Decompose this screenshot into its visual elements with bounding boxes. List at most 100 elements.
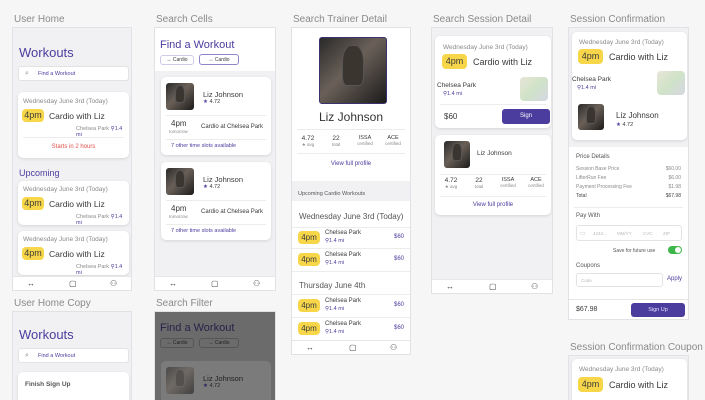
slot-row[interactable]: 4pm Chelsea Park ⚲1.4 mi $60 xyxy=(292,297,410,316)
session-date: Wednesday June 3rd (Today) xyxy=(579,366,664,373)
distance: ⚲1.4 mi xyxy=(577,85,597,91)
swap-icon[interactable]: ↔ xyxy=(169,279,177,288)
tab-bar: ↔ ▢ ⚇ xyxy=(155,276,275,290)
trainer-name: Liz Johnson xyxy=(203,175,244,184)
user-home-screen: Workouts ⌕ Find a Workout Wednesday June… xyxy=(12,27,132,291)
swap-icon[interactable]: ↔ xyxy=(446,282,454,291)
trainer-name: Liz Johnson xyxy=(616,111,659,120)
location: Chelsea Park ⚲1.4 mi xyxy=(76,264,123,275)
time-pill: 4pm xyxy=(298,231,320,244)
time-pill: 4pm xyxy=(22,197,44,210)
swap-icon[interactable]: ↔ xyxy=(306,343,314,352)
session-name: Cardio at Chelsea Park xyxy=(201,209,264,215)
save-future-toggle[interactable] xyxy=(668,246,682,254)
slot-row[interactable]: 4pm Chelsea Park ⚲1.4 mi $60 xyxy=(292,229,410,248)
session-date: Wednesday June 3rd (Today) xyxy=(23,98,108,105)
trainer-photo xyxy=(166,83,194,110)
tab-bar: ↔ ▢ ⚇ xyxy=(13,276,131,290)
upcoming-heading: Upcoming xyxy=(19,168,60,178)
distance: ⚲1.4 mi xyxy=(325,306,345,312)
more-slots-link[interactable]: 7 other time slots available xyxy=(171,143,236,149)
slot-row[interactable]: 4pm Chelsea Park ⚲1.4 mi $60 xyxy=(292,251,410,270)
finish-signup-title: Finish Sign Up xyxy=(25,381,71,388)
chat-icon[interactable]: ▢ xyxy=(211,279,219,288)
swap-icon[interactable]: ↔ xyxy=(27,279,35,288)
slot-row[interactable]: 4pm Chelsea Park ⚲1.4 mi $60 xyxy=(292,320,410,339)
price: $60 xyxy=(444,112,458,121)
session-title: Cardio with Liz xyxy=(49,249,105,259)
user-icon[interactable]: ⚇ xyxy=(253,279,260,288)
time-pill: 4pm xyxy=(298,299,320,312)
next-session-card[interactable]: Wednesday June 3rd (Today) 4pm Cardio wi… xyxy=(18,92,129,158)
filter-chip-cardio-selected[interactable]: ↔ Cardio xyxy=(199,338,239,348)
rating: ★ 4.72 xyxy=(203,184,221,190)
upcoming-list: Wednesday June 3rd (Today) 4pm Chelsea P… xyxy=(292,201,410,342)
filter-chip-cardio-selected[interactable]: ↔ Cardio xyxy=(199,54,239,65)
finish-signup-card[interactable]: Finish Sign Up xyxy=(18,372,129,400)
swap-icon: ↔ xyxy=(208,340,214,346)
distance: ⚲1.4 mi xyxy=(325,260,345,266)
card-input[interactable]: ▭ 4242... MM/YY CVC ZIP xyxy=(576,225,682,241)
session-confirmation-screen: Wednesday June 3rd (Today) 4pm Cardio wi… xyxy=(568,27,689,320)
checkout-panel: Price Details Session Base Price $60.00 L… xyxy=(569,147,688,299)
view-profile-link[interactable]: View full profile xyxy=(435,202,551,208)
session-title: Cardio with Liz xyxy=(609,380,669,390)
star-icon: ★ xyxy=(616,122,621,128)
price: $60 xyxy=(393,234,404,240)
stat-cert-ace: ACE certified xyxy=(385,135,401,146)
location: Chelsea Park xyxy=(572,76,612,83)
stat-cert-issa: ISSA certified xyxy=(500,177,516,188)
trainer-result-card[interactable]: Liz Johnson ★ 4.72 4pm tomorrow Cardio a… xyxy=(161,162,271,240)
user-icon[interactable]: ⚇ xyxy=(390,343,397,352)
search-input[interactable]: ⌕ Find a Workout xyxy=(18,348,129,363)
price-rows: Session Base Price $60.00 LifterRun Fee $6… xyxy=(576,166,681,202)
session-confirmation-coupon-screen: Wednesday June 3rd (Today) 4pm Cardio wi… xyxy=(568,355,689,400)
search-placeholder: Find a Workout xyxy=(38,353,76,359)
trainer-detail-screen: Liz Johnson 4.72 ★ avg 22 total ISSA certif… xyxy=(291,27,411,355)
upcoming-card[interactable]: Wednesday June 3rd (Today) 4pm Cardio wi… xyxy=(18,181,129,225)
search-header: Find a Workout ↔ Cardio ↔ Cardio xyxy=(155,28,275,71)
filter-chip-cardio[interactable]: ↔ Cardio xyxy=(160,55,194,65)
chat-icon[interactable]: ▢ xyxy=(489,282,497,291)
upcoming-card[interactable]: Wednesday June 3rd (Today) 4pm Cardio wi… xyxy=(18,231,129,275)
price: $60 xyxy=(393,325,404,331)
day-header: Thursday June 4th xyxy=(299,281,366,290)
search-input[interactable]: ⌕ Find a Workout xyxy=(18,66,129,81)
pay-with-heading: Pay With xyxy=(576,213,601,219)
map-thumbnail[interactable] xyxy=(657,71,685,95)
checkout-footer: $67.98 Sign Up xyxy=(569,299,688,319)
time-pill: 4pm xyxy=(298,322,320,335)
user-icon[interactable]: ⚇ xyxy=(110,279,117,288)
sign-up-button[interactable]: Sign Up xyxy=(631,303,685,317)
location: Chelsea Park xyxy=(325,252,362,258)
artboard-label-trainer-detail: Search Trainer Detail xyxy=(293,14,387,25)
search-cells-screen: Find a Workout ↔ Cardio ↔ Cardio Liz Joh… xyxy=(154,27,276,291)
chat-icon[interactable]: ▢ xyxy=(349,343,357,352)
stat-total: 22 total xyxy=(474,177,484,189)
trainer-card[interactable]: Liz Johnson 4.72 ★ avg 22 total ISSA certif… xyxy=(435,135,551,215)
chat-icon[interactable]: ▢ xyxy=(69,279,77,288)
session-date: Wednesday June 3rd (Today) xyxy=(443,44,528,51)
apply-coupon-button[interactable]: Apply xyxy=(667,276,682,282)
session-day: tomorrow xyxy=(169,214,188,219)
location: Chelsea Park xyxy=(437,82,477,89)
trainer-result-card[interactable]: Liz Johnson ★ 4.72 xyxy=(161,361,271,400)
sign-up-button[interactable]: Sign xyxy=(502,109,550,124)
price-row: Payment Processing Fee $1.98 xyxy=(576,184,681,190)
trainer-result-card[interactable]: Liz Johnson ★ 4.72 4pm tomorrow Cardio a… xyxy=(161,77,271,155)
map-thumbnail[interactable] xyxy=(520,77,548,101)
trainer-name: Liz Johnson xyxy=(203,90,244,99)
page-title: Workouts xyxy=(19,45,74,60)
view-profile-link[interactable]: View full profile xyxy=(292,161,410,167)
price-details-heading: Price Details xyxy=(576,154,610,160)
user-icon[interactable]: ⚇ xyxy=(531,282,538,291)
more-slots-link[interactable]: 7 other time slots available xyxy=(171,228,236,234)
rating: ★ 4.72 xyxy=(616,122,634,128)
coupon-code-input[interactable]: Code xyxy=(576,273,663,287)
filter-chip-cardio[interactable]: ↔ Cardio xyxy=(160,338,194,348)
session-summary-card: Wednesday June 3rd (Today) 4pm Cardio wi… xyxy=(572,32,687,140)
artboard-label-session-detail: Search Session Detail xyxy=(433,14,532,25)
swap-icon: ↔ xyxy=(166,57,172,63)
day-header: Wednesday June 3rd (Today) xyxy=(299,212,404,221)
starts-in-text: Starts in 2 hours xyxy=(51,144,96,150)
